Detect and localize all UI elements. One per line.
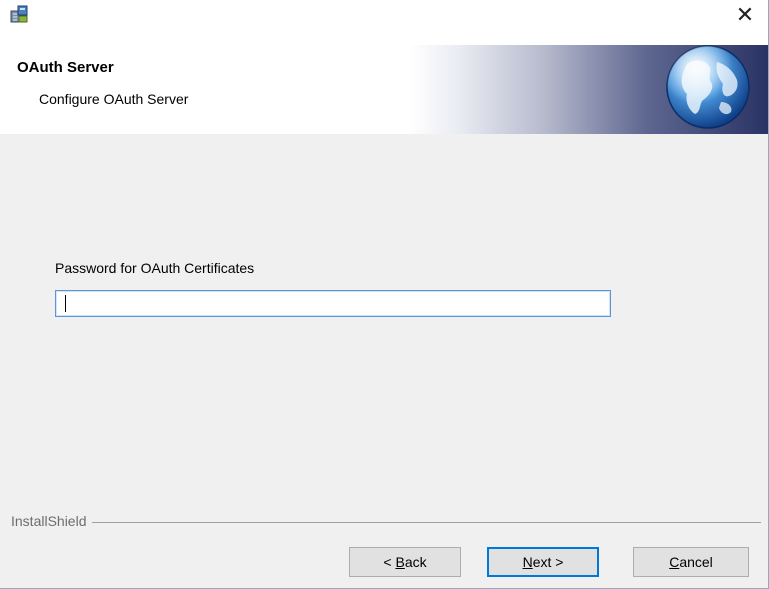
page-subtitle: Configure OAuth Server [39, 91, 189, 107]
installer-window: ✕ OAuth Server Configure OAuth Server Pa… [0, 0, 769, 589]
globe-icon [666, 45, 750, 129]
installer-icon [10, 5, 28, 23]
back-rest: ack [404, 554, 427, 570]
footer-divider [11, 522, 761, 523]
next-mnemonic: N [522, 554, 533, 570]
brand-label: InstallShield [11, 513, 92, 529]
cancel-rest: ancel [679, 554, 713, 570]
password-input[interactable] [55, 290, 611, 317]
cancel-button[interactable]: Cancel [633, 547, 749, 577]
title-bar: ✕ [0, 0, 768, 30]
back-button[interactable]: < Back [349, 547, 461, 577]
next-rest: ext > [532, 554, 564, 570]
cancel-mnemonic: C [669, 554, 680, 570]
page-title: OAuth Server [17, 59, 114, 76]
wizard-header: OAuth Server Configure OAuth Server [0, 30, 768, 134]
next-button[interactable]: Next > [487, 547, 599, 577]
back-mnemonic: B [395, 554, 405, 570]
text-caret [65, 295, 66, 312]
close-button[interactable]: ✕ [722, 0, 768, 30]
close-icon: ✕ [735, 2, 755, 27]
password-label: Password for OAuth Certificates [55, 260, 255, 276]
back-prefix: < [383, 554, 396, 570]
